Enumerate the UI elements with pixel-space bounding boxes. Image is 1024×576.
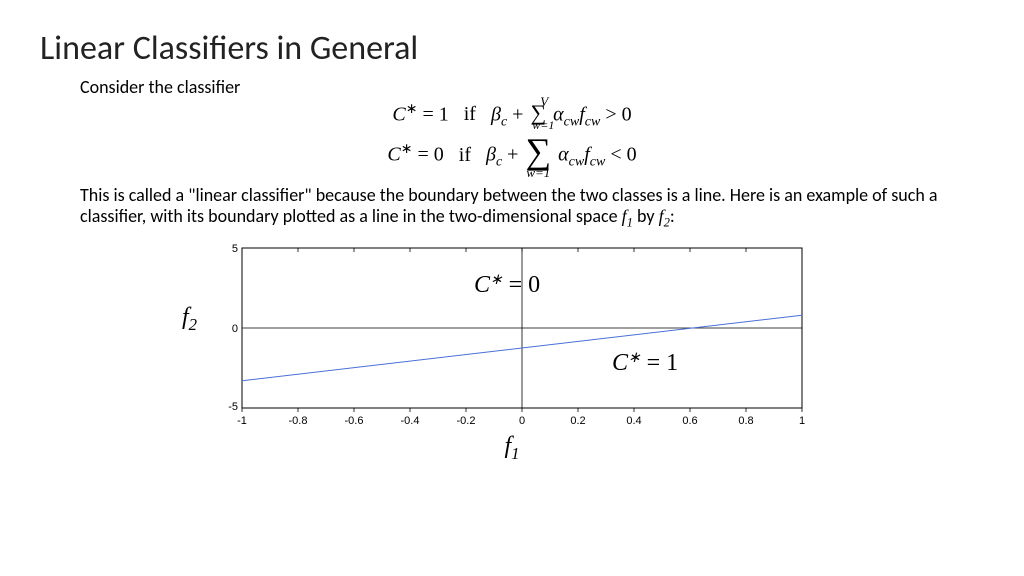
svg-text:0: 0 <box>519 415 525 427</box>
svg-text:0.6: 0.6 <box>682 415 697 427</box>
body-colon: : <box>670 205 675 227</box>
eq1-C: C <box>392 103 405 125</box>
eq1-alpha-sub: cw <box>564 114 580 129</box>
eq2-if: if <box>449 144 481 166</box>
svg-text:-1: -1 <box>237 415 247 427</box>
page-title: Linear Classifiers in General <box>40 28 984 69</box>
chart-svg: -1 -0.8 -0.6 -0.4 -0.2 0 0.2 0.4 0.6 0.8… <box>212 238 812 438</box>
svg-text:C∗ = 0: C∗ = 0 <box>474 272 540 298</box>
svg-text:0.8: 0.8 <box>738 415 753 427</box>
svg-text:-0.2: -0.2 <box>457 415 476 427</box>
eq1-equals: = <box>422 103 438 125</box>
y-tick-labels: 5 0 -5 <box>228 243 238 413</box>
svg-text:-5: -5 <box>228 401 238 413</box>
eq2-f-sub: cw <box>590 155 606 170</box>
eq2-beta-sub: c <box>496 155 502 170</box>
eq2-equals: = <box>417 144 433 166</box>
eq1-beta: β <box>491 103 501 125</box>
sigma-icon: ∑ <box>525 133 551 169</box>
slide: Linear Classifiers in General Consider t… <box>0 0 1024 576</box>
eq1-cmp: > <box>605 103 621 125</box>
eq2-zero: 0 <box>627 144 637 166</box>
region-c1: C∗ = 1 <box>612 350 678 376</box>
body-a: This is called a "linear classifier" bec… <box>80 184 938 227</box>
svg-text:-0.4: -0.4 <box>401 415 420 427</box>
eq2-sum-lower: w=1 <box>525 166 551 179</box>
equation-1: C∗ = 1 if βc + ∑ V w=1 αcwfcw > 0 <box>40 101 984 131</box>
chart: f2 <box>212 238 812 460</box>
eq2-star: ∗ <box>401 142 413 157</box>
eq2-alpha-sub: cw <box>569 155 585 170</box>
equation-2: C∗ = 0 if βc + ∑ w=1 αcwfcw < 0 <box>40 133 984 179</box>
x-tick-labels: -1 -0.8 -0.6 -0.4 -0.2 0 0.2 0.4 0.6 0.8… <box>237 415 805 427</box>
eq1-sum-upper: V <box>540 95 548 108</box>
svg-text:-0.8: -0.8 <box>289 415 308 427</box>
svg-text:0.2: 0.2 <box>570 415 585 427</box>
svg-text:1: 1 <box>799 415 805 427</box>
eq1-alpha: α <box>553 103 564 125</box>
region-c0: C∗ = 0 <box>474 272 540 298</box>
eq1-plus: + <box>512 103 523 125</box>
svg-text:C∗ = 1: C∗ = 1 <box>612 350 678 376</box>
eq1-val: 1 <box>439 103 449 125</box>
body-by: by <box>633 205 659 227</box>
eq1-f-sub: cw <box>585 114 601 129</box>
svg-text:0.4: 0.4 <box>626 415 641 427</box>
eq2-beta: β <box>486 144 496 166</box>
eq2-sum: ∑ w=1 <box>525 133 551 179</box>
eq1-sum-lower: w=1 <box>532 119 554 131</box>
svg-text:5: 5 <box>232 243 238 255</box>
eq1-sum: ∑ V w=1 <box>530 102 546 124</box>
intro-text: Consider the classifier <box>80 77 944 98</box>
svg-text:-0.6: -0.6 <box>345 415 364 427</box>
eq2-C: C <box>387 144 400 166</box>
eq1-if: if <box>454 103 486 125</box>
body-text: This is called a "linear classifier" bec… <box>80 185 944 230</box>
eq2-val: 0 <box>434 144 444 166</box>
y-axis-label: f2 <box>182 304 197 335</box>
svg-text:0: 0 <box>232 323 238 335</box>
eq2-cmp: < <box>610 144 626 166</box>
eq1-zero: 0 <box>622 103 632 125</box>
eq1-beta-sub: c <box>501 114 507 129</box>
eq1-star: ∗ <box>406 102 418 117</box>
eq2-plus: + <box>507 144 518 166</box>
x-axis-label: f1 <box>504 433 519 464</box>
eq2-alpha: α <box>558 144 569 166</box>
